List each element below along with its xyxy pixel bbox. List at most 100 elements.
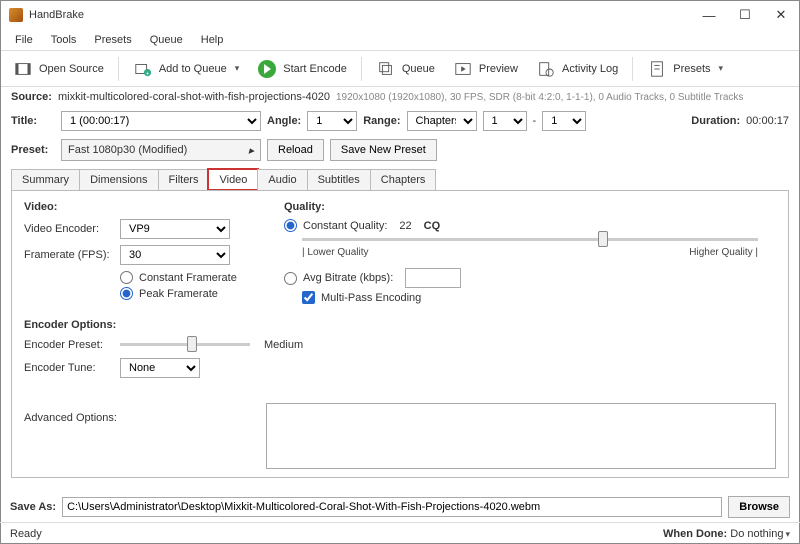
preset-label: Preset: bbox=[11, 144, 55, 156]
menu-help[interactable]: Help bbox=[193, 32, 232, 48]
higher-quality-label: Higher Quality | bbox=[689, 247, 758, 258]
status-text: Ready bbox=[10, 528, 42, 540]
framerate-label: Framerate (FPS): bbox=[24, 249, 114, 261]
play-icon bbox=[257, 59, 277, 79]
duration-label: Duration: bbox=[691, 115, 740, 127]
preset-select[interactable]: Fast 1080p30 (Modified)▸ bbox=[61, 139, 261, 161]
advanced-options-label: Advanced Options: bbox=[24, 412, 134, 424]
save-as-input[interactable] bbox=[62, 497, 722, 517]
quality-slider-thumb[interactable] bbox=[598, 231, 608, 247]
when-done-value[interactable]: Do nothing bbox=[730, 528, 783, 540]
activity-log-label: Activity Log bbox=[562, 63, 618, 75]
browse-button[interactable]: Browse bbox=[728, 496, 790, 518]
constant-framerate-label: Constant Framerate bbox=[139, 272, 237, 284]
encoder-tune-label: Encoder Tune: bbox=[24, 362, 114, 374]
app-title: HandBrake bbox=[29, 9, 84, 21]
title-row: Title: 1 (00:00:17) Angle: 1 Range: Chap… bbox=[1, 107, 799, 135]
presets-button[interactable]: Presets ▾ bbox=[641, 57, 729, 81]
maximize-button[interactable]: ☐ bbox=[727, 1, 763, 29]
tab-audio[interactable]: Audio bbox=[257, 169, 307, 190]
tab-dimensions[interactable]: Dimensions bbox=[79, 169, 158, 190]
film-icon bbox=[13, 59, 33, 79]
constant-quality-radio[interactable] bbox=[284, 219, 297, 232]
chevron-down-icon: ▾ bbox=[719, 63, 724, 74]
chevron-down-icon: ▾ bbox=[235, 63, 240, 74]
range-start-select[interactable]: 1 bbox=[483, 111, 527, 131]
log-icon bbox=[536, 59, 556, 79]
preview-label: Preview bbox=[479, 63, 518, 75]
queue-icon bbox=[376, 59, 396, 79]
presets-label: Presets bbox=[673, 63, 710, 75]
title-label: Title: bbox=[11, 115, 55, 127]
when-done-label: When Done: bbox=[663, 528, 727, 540]
framerate-select[interactable]: 30 bbox=[120, 245, 230, 265]
cq-value: 22 bbox=[399, 220, 411, 232]
cq-suffix: CQ bbox=[424, 220, 441, 232]
save-as-label: Save As: bbox=[10, 501, 56, 513]
video-encoder-select[interactable]: VP9 bbox=[120, 219, 230, 239]
minimize-button[interactable]: — bbox=[691, 1, 727, 29]
advanced-options-input[interactable] bbox=[266, 403, 776, 469]
svg-text:+: + bbox=[145, 70, 149, 77]
app-icon bbox=[9, 8, 23, 22]
menu-tools[interactable]: Tools bbox=[43, 32, 85, 48]
range-end-select[interactable]: 1 bbox=[542, 111, 586, 131]
toolbar: Open Source + Add to Queue ▾ Start Encod… bbox=[1, 51, 799, 87]
lower-quality-label: | Lower Quality bbox=[302, 247, 369, 258]
peak-framerate-radio[interactable] bbox=[120, 287, 133, 300]
add-to-queue-button[interactable]: + Add to Queue ▾ bbox=[127, 57, 245, 81]
angle-select[interactable]: 1 bbox=[307, 111, 357, 131]
constant-framerate-radio[interactable] bbox=[120, 271, 133, 284]
preset-row: Preset: Fast 1080p30 (Modified)▸ Reload … bbox=[1, 135, 799, 165]
close-button[interactable]: ✕ bbox=[763, 1, 799, 29]
preview-icon bbox=[453, 59, 473, 79]
menu-presets[interactable]: Presets bbox=[86, 32, 139, 48]
open-source-label: Open Source bbox=[39, 63, 104, 75]
encoder-tune-select[interactable]: None bbox=[120, 358, 200, 378]
tab-summary[interactable]: Summary bbox=[11, 169, 80, 190]
multi-pass-label: Multi-Pass Encoding bbox=[321, 292, 421, 304]
tab-chapters[interactable]: Chapters bbox=[370, 169, 437, 190]
avg-bitrate-label: Avg Bitrate (kbps): bbox=[303, 272, 393, 284]
duration-value: 00:00:17 bbox=[746, 115, 789, 127]
queue-label: Queue bbox=[402, 63, 435, 75]
video-encoder-label: Video Encoder: bbox=[24, 223, 114, 235]
encoder-preset-value: Medium bbox=[264, 339, 303, 351]
range-type-select[interactable]: Chapters bbox=[407, 111, 477, 131]
tab-filters[interactable]: Filters bbox=[158, 169, 210, 190]
titlebar: HandBrake — ☐ ✕ bbox=[1, 1, 799, 29]
source-value: mixkit-multicolored-coral-shot-with-fish… bbox=[58, 91, 330, 103]
activity-log-button[interactable]: Activity Log bbox=[530, 57, 624, 81]
video-tab-content: Video: Video Encoder: VP9 Framerate (FPS… bbox=[11, 190, 789, 478]
title-select[interactable]: 1 (00:00:17) bbox=[61, 111, 261, 131]
tab-video[interactable]: Video bbox=[208, 169, 258, 190]
encoder-options-header: Encoder Options: bbox=[24, 319, 776, 331]
encoder-preset-label: Encoder Preset: bbox=[24, 339, 114, 351]
avg-bitrate-input[interactable] bbox=[405, 268, 461, 288]
save-new-preset-button[interactable]: Save New Preset bbox=[330, 139, 437, 161]
presets-icon bbox=[647, 59, 667, 79]
open-source-button[interactable]: Open Source bbox=[7, 57, 110, 81]
avg-bitrate-radio[interactable] bbox=[284, 272, 297, 285]
add-to-queue-label: Add to Queue bbox=[159, 63, 227, 75]
quality-slider[interactable] bbox=[302, 238, 758, 241]
menu-queue[interactable]: Queue bbox=[142, 32, 191, 48]
chevron-down-icon: ▾ bbox=[785, 529, 790, 539]
save-as-row: Save As: Browse bbox=[0, 488, 800, 526]
quality-section-header: Quality: bbox=[284, 201, 776, 213]
encoder-preset-slider[interactable] bbox=[120, 343, 250, 346]
source-row: Source: mixkit-multicolored-coral-shot-w… bbox=[1, 87, 799, 107]
multi-pass-checkbox[interactable] bbox=[302, 291, 315, 304]
tabs: Summary Dimensions Filters Video Audio S… bbox=[1, 169, 799, 190]
range-label: Range: bbox=[363, 115, 400, 127]
angle-label: Angle: bbox=[267, 115, 301, 127]
preview-button[interactable]: Preview bbox=[447, 57, 524, 81]
reload-button[interactable]: Reload bbox=[267, 139, 324, 161]
queue-button[interactable]: Queue bbox=[370, 57, 441, 81]
encoder-preset-thumb[interactable] bbox=[187, 336, 197, 352]
statusbar: Ready When Done: Do nothing▾ bbox=[0, 522, 800, 544]
tab-subtitles[interactable]: Subtitles bbox=[307, 169, 371, 190]
start-encode-button[interactable]: Start Encode bbox=[251, 57, 353, 81]
add-queue-icon: + bbox=[133, 59, 153, 79]
menu-file[interactable]: File bbox=[7, 32, 41, 48]
